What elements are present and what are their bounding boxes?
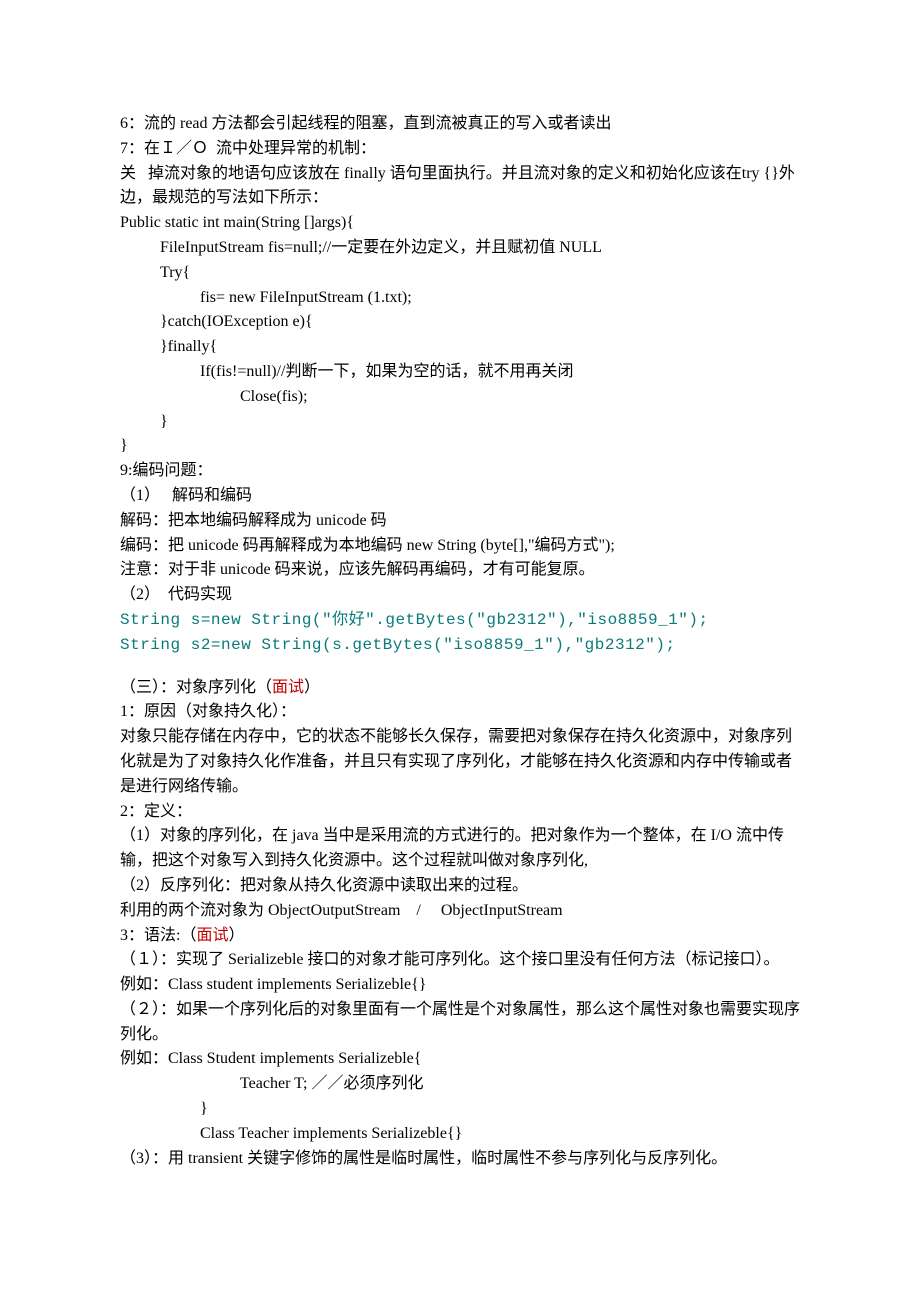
text-paragraph: （１）：实现了 Serializeble 接口的对象才能可序列化。这个接口里没有… <box>120 948 800 973</box>
text-line: 1：原因（对象持久化）： <box>120 700 800 725</box>
code-line: } <box>120 1097 800 1122</box>
text-line: 3：语法:（面试） <box>120 924 800 949</box>
code-sample-line: String s2=new String(s.getBytes("iso8859… <box>120 633 800 658</box>
text-line: 编码：把 unicode 码再解释成为本地编码 new String (byte… <box>120 534 800 559</box>
text-line: （2）反序列化：把对象从持久化资源中读取出来的过程。 <box>120 874 800 899</box>
text-paragraph: 对象只能存储在内存中，它的状态不能够长久保存，需要把对象保存在持久化资源中，对象… <box>120 725 800 799</box>
document-page: 6：流的 read 方法都会引起线程的阻塞，直到流被真正的写入或者读出 7：在Ｉ… <box>0 0 920 1291</box>
text-line: 关 掉流对象的地语句应该放在 finally 语句里面执行。并且流对象的定义和初… <box>120 162 800 212</box>
code-line: Teacher T; ／／必须序列化 <box>120 1072 800 1097</box>
text-line: 解码：把本地编码解释成为 unicode 码 <box>120 509 800 534</box>
text-paragraph: （1）对象的序列化，在 java 当中是采用流的方式进行的。把对象作为一个整体，… <box>120 824 800 874</box>
text-part: ） <box>228 927 244 944</box>
text-line: 例如：Class student implements Serializeble… <box>120 973 800 998</box>
text-line: 7：在Ｉ／Ｏ 流中处理异常的机制： <box>120 137 800 162</box>
code-line: }finally{ <box>120 335 800 360</box>
text-line: 2：定义： <box>120 800 800 825</box>
heading-text-part: ） <box>304 679 320 696</box>
code-line: If(fis!=null)//判断一下，如果为空的话，就不用再关闭 <box>120 360 800 385</box>
text-line: 6：流的 read 方法都会引起线程的阻塞，直到流被真正的写入或者读出 <box>120 112 800 137</box>
text-line: （1） 解码和编码 <box>120 484 800 509</box>
code-line: } <box>120 410 800 435</box>
code-line: fis= new FileInputStream (1.txt); <box>120 286 800 311</box>
highlight-text: 面试 <box>272 679 304 696</box>
highlight-text: 面试 <box>196 927 228 944</box>
text-part: 3：语法:（ <box>120 927 196 944</box>
text-line: 例如：Class Student implements Serializeble… <box>120 1047 800 1072</box>
text-paragraph: （２）：如果一个序列化后的对象里面有一个属性是个对象属性，那么这个属性对象也需要… <box>120 998 800 1048</box>
text-line: （2） 代码实现 <box>120 583 800 608</box>
code-line: Close(fis); <box>120 385 800 410</box>
code-line: Public static int main(String []args){ <box>120 211 800 236</box>
text-line: 9:编码问题： <box>120 459 800 484</box>
text-line: （3）：用 transient 关键字修饰的属性是临时属性，临时属性不参与序列化… <box>120 1147 800 1172</box>
blank-line <box>120 658 800 676</box>
code-line: }catch(IOException e){ <box>120 310 800 335</box>
code-line: } <box>120 434 800 459</box>
code-line: Class Teacher implements Serializeble{} <box>120 1122 800 1147</box>
code-sample-line: String s=new String("你好".getBytes("gb231… <box>120 608 800 633</box>
text-line: 注意：对于非 unicode 码来说，应该先解码再编码，才有可能复原。 <box>120 558 800 583</box>
code-line: FileInputStream fis=null;//一定要在外边定义，并且赋初… <box>120 236 800 261</box>
section-heading: （三）：对象序列化（面试） <box>120 676 800 701</box>
text-line: 利用的两个流对象为 ObjectOutputStream / ObjectInp… <box>120 899 800 924</box>
heading-text-part: （三）：对象序列化（ <box>120 679 272 696</box>
code-line: Try{ <box>120 261 800 286</box>
